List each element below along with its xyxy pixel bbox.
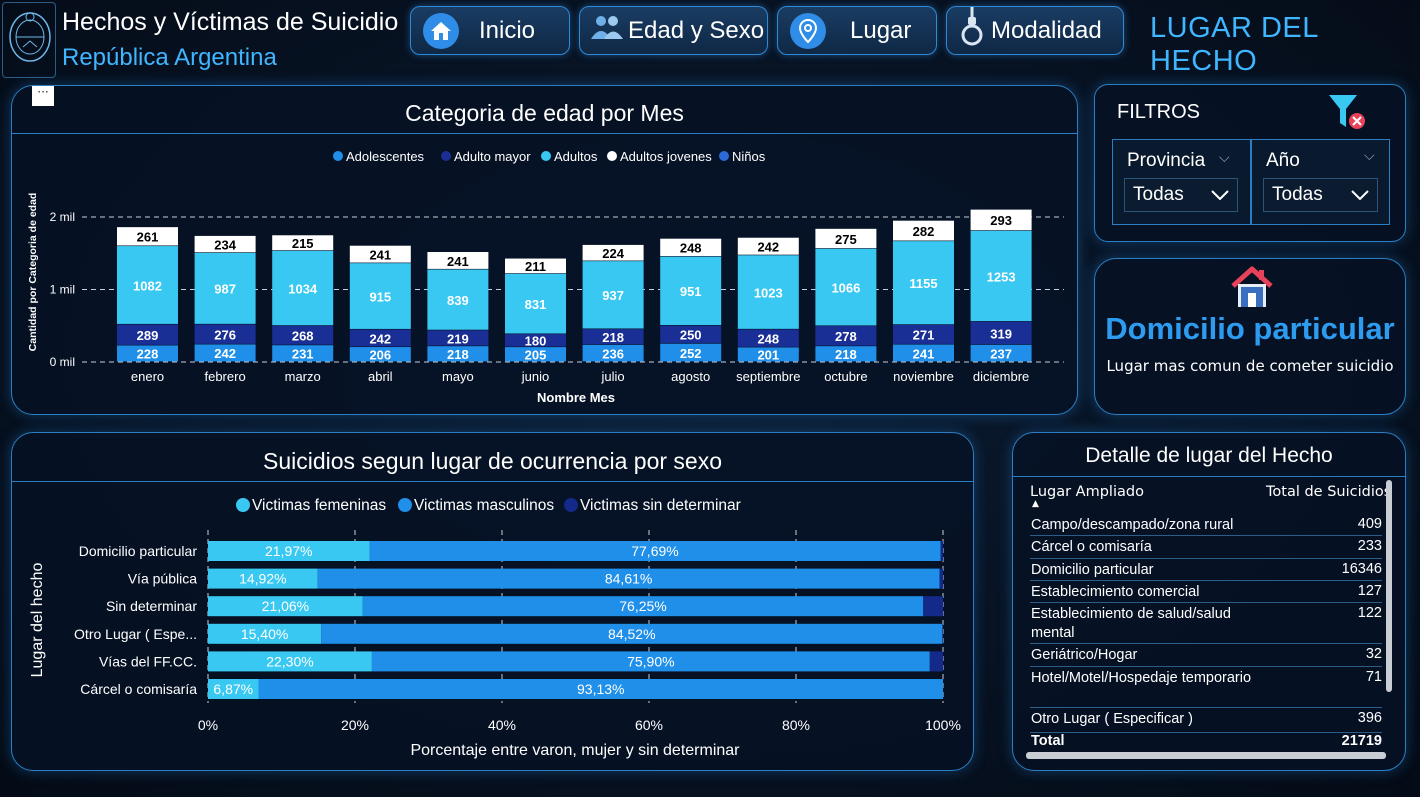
cell-total: 122: [1357, 605, 1382, 621]
x-tick-label: 100%: [925, 717, 961, 733]
y-tick-label: Cárcel o comisaría: [80, 681, 197, 697]
legend-label: Victimas masculinos: [414, 497, 554, 514]
table-row[interactable]: Establecimiento de salud/salud mental 122: [1030, 603, 1382, 644]
cell-lugar: Establecimiento de salud/salud mental: [1031, 606, 1231, 641]
cell-total: 409: [1357, 516, 1382, 532]
cell-lugar: Cárcel o comisaría: [1031, 539, 1152, 555]
bar-data-label: 14,92%: [239, 571, 286, 587]
bar-data-label: 6,87%: [213, 681, 253, 697]
table-row[interactable]: Hotel/Motel/Hospedaje temporario 71: [1030, 667, 1382, 708]
y-tick-label: Otro Lugar ( Espe...: [74, 626, 197, 642]
cell-lugar: Campo/descampado/zona rural: [1031, 517, 1234, 533]
legend-marker: [398, 498, 412, 512]
y-tick-label: Sin determinar: [106, 598, 197, 614]
x-tick-label: 0%: [198, 717, 218, 733]
table-total-row: Total 21719: [1030, 733, 1382, 753]
bar-data-label: 84,52%: [608, 626, 655, 642]
x-tick-label: 20%: [341, 717, 369, 733]
x-tick-label: 60%: [635, 717, 663, 733]
legend-marker: [236, 498, 250, 512]
bar-data-label: 22,30%: [266, 653, 313, 669]
cell-lugar: Establecimiento comercial: [1031, 584, 1200, 600]
cell-total: 16346: [1341, 561, 1382, 577]
cell-total: 127: [1357, 583, 1382, 599]
total-value: 21719: [1341, 733, 1382, 749]
bar-segment[interactable]: [942, 623, 943, 644]
legend-label: Victimas sin determinar: [580, 497, 741, 514]
cell-total: 396: [1357, 710, 1382, 726]
table-row[interactable]: Cárcel o comisaría 233: [1030, 536, 1382, 559]
bar-segment[interactable]: [940, 541, 943, 561]
cell-total: 32: [1365, 646, 1382, 662]
table-vertical-scrollbar[interactable]: [1386, 480, 1392, 692]
cell-lugar: Otro Lugar ( Especificar ): [1031, 711, 1193, 727]
cell-lugar: Geriátrico/Hogar: [1031, 647, 1138, 663]
table-row[interactable]: Establecimiento comercial 127: [1030, 581, 1382, 603]
table-row[interactable]: Domicilio particular 16346: [1030, 559, 1382, 581]
column-header-lugar[interactable]: Lugar Ampliado ▲: [1030, 484, 1144, 509]
bar-data-label: 75,90%: [627, 653, 674, 669]
x-tick-label: 80%: [782, 717, 810, 733]
y-axis-label: Lugar del hecho: [29, 563, 46, 678]
x-axis-label: Porcentaje entre varon, mujer y sin dete…: [410, 742, 740, 759]
column-header-total[interactable]: Total de Suicidios: [1266, 484, 1391, 500]
table-title: Detalle de lugar del Hecho: [1013, 433, 1405, 477]
table-horizontal-scrollbar[interactable]: [1026, 752, 1386, 759]
bar-segment[interactable]: [939, 568, 943, 589]
table-row[interactable]: Geriátrico/Hogar 32: [1030, 644, 1382, 667]
y-tick-label: Domicilio particular: [79, 543, 198, 559]
y-tick-label: Vías del FF.CC.: [99, 653, 197, 669]
y-tick-label: Vía pública: [128, 571, 197, 587]
bar-data-label: 21,97%: [265, 543, 312, 559]
legend-marker: [564, 498, 578, 512]
total-label: Total: [1031, 733, 1065, 749]
x-tick-label: 40%: [488, 717, 516, 733]
cell-lugar: Domicilio particular: [1031, 562, 1154, 578]
sort-ascending-icon: ▲: [1032, 499, 1039, 509]
legend-label: Victimas femeninas: [252, 497, 386, 514]
bar-segment[interactable]: [923, 596, 943, 617]
bar-data-label: 21,06%: [262, 598, 309, 614]
bar-data-label: 93,13%: [577, 681, 624, 697]
bar-data-label: 77,69%: [631, 543, 678, 559]
table-row[interactable]: Otro Lugar ( Especificar ) 396: [1030, 708, 1382, 733]
table-row[interactable]: Campo/descampado/zona rural 409: [1030, 514, 1382, 536]
cell-lugar: Hotel/Motel/Hospedaje temporario: [1031, 670, 1252, 686]
bar-data-label: 76,25%: [619, 598, 666, 614]
bar-data-label: 84,61%: [605, 571, 652, 587]
bar-segment[interactable]: [929, 651, 943, 672]
cell-total: 233: [1357, 538, 1382, 554]
cell-total: 71: [1365, 669, 1382, 685]
bar-data-label: 15,40%: [241, 626, 288, 642]
